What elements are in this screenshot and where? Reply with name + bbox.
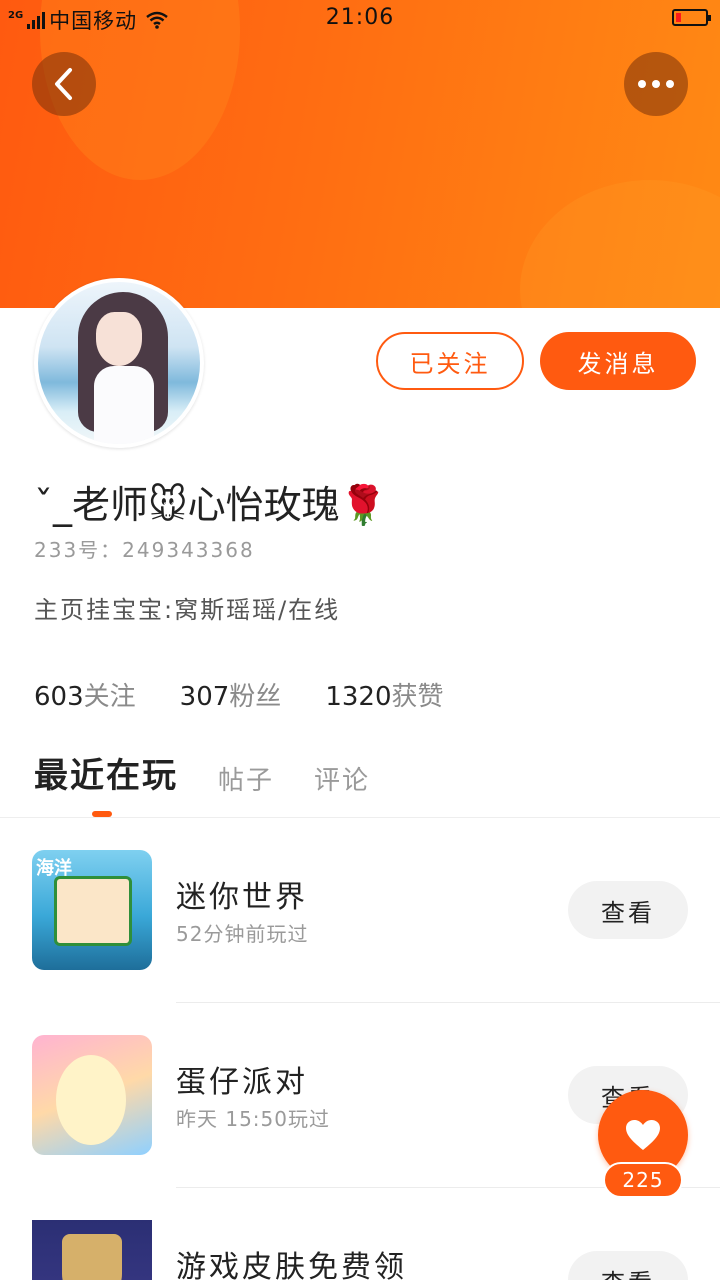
game-thumbnail [32, 1220, 152, 1280]
tab-recently-played[interactable]: 最近在玩 [34, 748, 178, 797]
like-count-badge: 225 [603, 1162, 683, 1198]
avatar[interactable] [34, 278, 204, 448]
heart-icon [626, 1120, 660, 1150]
game-thumbnail: 海洋 [32, 850, 152, 970]
more-dots-icon [638, 80, 674, 88]
game-thumbnail [32, 1035, 152, 1155]
back-button[interactable] [32, 52, 96, 116]
list-item[interactable]: 游戏皮肤免费领 查看 [0, 1188, 720, 1280]
clock: 21:06 [325, 5, 395, 30]
send-message-button[interactable]: 发消息 [540, 332, 696, 390]
game-last-played: 昨天 15:50玩过 [176, 1107, 330, 1131]
profile-name: ˇ_老师🐭心怡玫瑰🌹 [34, 483, 387, 527]
list-item[interactable]: 海洋 迷你世界 52分钟前玩过 查看 [0, 818, 720, 1003]
profile-stats: 603关注 307粉丝 1320获赞 [34, 676, 444, 713]
stat-likes[interactable]: 1320获赞 [325, 676, 443, 713]
followed-button[interactable]: 已关注 [376, 332, 524, 390]
profile-banner [0, 0, 720, 308]
game-title: 蛋仔派对 [176, 1065, 308, 1100]
tab-comments[interactable]: 评论 [314, 760, 370, 797]
chevron-left-icon [55, 68, 72, 100]
banner-decoration [520, 180, 720, 308]
stat-following[interactable]: 603关注 [34, 676, 136, 713]
avatar-image [38, 282, 200, 444]
more-options-button[interactable] [624, 52, 688, 116]
view-button[interactable]: 查看 [568, 881, 688, 939]
battery-icon [672, 9, 711, 26]
stat-followers[interactable]: 307粉丝 [180, 676, 282, 713]
game-last-played: 52分钟前玩过 [176, 922, 309, 946]
game-title: 迷你世界 [176, 880, 308, 915]
status-bar: 2G 中国移动 21:06 [0, 0, 720, 36]
profile-bio: 主页挂宝宝:窝斯瑶瑶/在线 [34, 596, 341, 624]
view-button[interactable]: 查看 [568, 1251, 688, 1280]
profile-tabs: 最近在玩 帖子 评论 [34, 748, 370, 797]
tab-posts[interactable]: 帖子 [218, 760, 274, 797]
game-title: 游戏皮肤免费领 [176, 1250, 407, 1280]
profile-id: 233号：249343368 [34, 538, 255, 562]
